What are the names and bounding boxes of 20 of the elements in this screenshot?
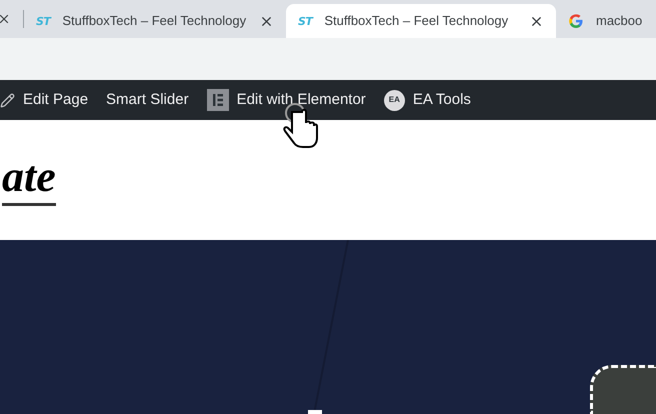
google-favicon [568,13,584,29]
admin-bar-item[interactable]: EA EA Tools [384,88,471,112]
pencil-icon [0,92,15,108]
site-favicon: ST [36,16,50,26]
admin-bar-item[interactable]: Edit Page [0,88,88,112]
admin-bar-item[interactable]: Edit with Elementor [206,88,366,112]
browser-tab[interactable]: macboo [556,4,656,38]
browser-tab[interactable]: ST StuffboxTech – Feel Technology [286,4,556,38]
tab-title: StuffboxTech – Feel Technology [324,12,508,30]
hero-marker [308,410,322,414]
close-icon[interactable] [0,12,11,26]
photo-placeholder [590,365,656,414]
site-favicon: ST [298,16,312,26]
elementor-icon [206,89,229,111]
tab-title: StuffboxTech – Feel Technology [62,12,246,30]
site-logo-text[interactable]: ate [2,154,56,206]
admin-bar-item[interactable]: Smart Slider [106,88,189,112]
tab-title: macboo [596,12,642,30]
browser-tab[interactable]: ST StuffboxTech – Feel Technology [24,4,286,38]
ea-logo-icon: EA [384,90,405,110]
